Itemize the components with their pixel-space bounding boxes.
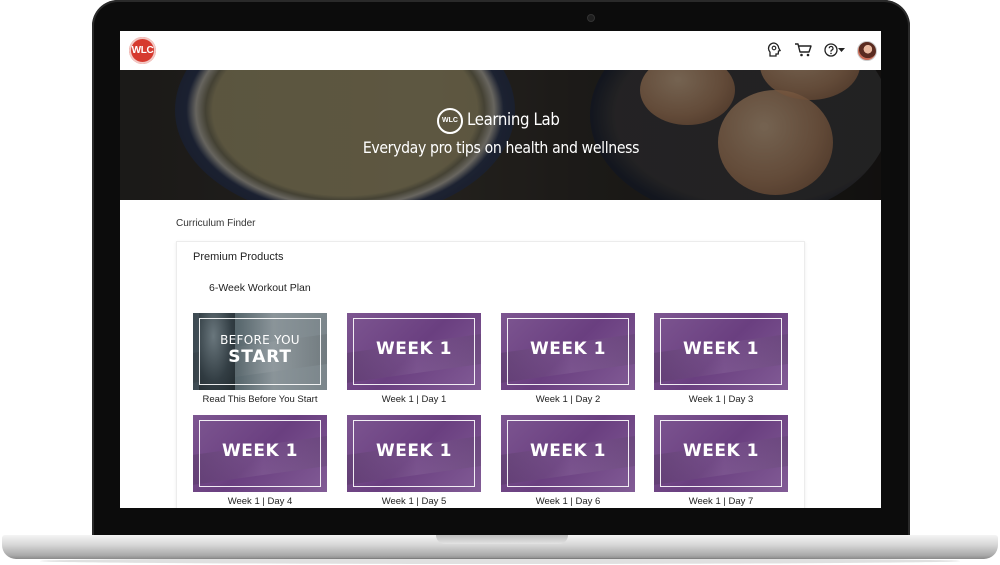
tile-week1-day1[interactable]: WEEK 1 Week 1 | Day 1 bbox=[347, 313, 481, 405]
hero-subtitle-text: Everyday pro tips on health and wellness bbox=[362, 138, 639, 157]
tile-thumbnail: BEFORE YOU START bbox=[193, 313, 327, 390]
tile-week1-day3[interactable]: WEEK 1 Week 1 | Day 3 bbox=[654, 313, 788, 405]
tile-overlay: WEEK 1 bbox=[530, 441, 606, 461]
plan-title: 6-Week Workout Plan bbox=[209, 282, 311, 294]
avatar[interactable] bbox=[857, 41, 877, 61]
tile-caption[interactable]: Week 1 | Day 5 bbox=[347, 496, 481, 507]
tile-thumbnail: WEEK 1 bbox=[347, 313, 481, 390]
tile-thumbnail: WEEK 1 bbox=[654, 415, 788, 492]
tile-thumbnail: WEEK 1 bbox=[501, 313, 635, 390]
top-nav-bar: WLC bbox=[120, 31, 881, 71]
tile-caption[interactable]: Week 1 | Day 4 bbox=[193, 496, 327, 507]
hero-overlay bbox=[120, 70, 881, 200]
tile-week1-day6[interactable]: WEEK 1 Week 1 | Day 6 bbox=[501, 415, 635, 507]
tile-thumbnail: WEEK 1 bbox=[501, 415, 635, 492]
tile-week1-day7[interactable]: WEEK 1 Week 1 | Day 7 bbox=[654, 415, 788, 507]
camera-icon bbox=[588, 15, 594, 21]
laptop-base bbox=[2, 535, 998, 559]
tile-caption[interactable]: Read This Before You Start bbox=[193, 394, 327, 405]
hero-title: Learning Lab bbox=[467, 110, 560, 130]
premium-products-card: Premium Products 6-Week Workout Plan BEF… bbox=[176, 241, 805, 508]
tile-caption[interactable]: Week 1 | Day 7 bbox=[654, 496, 788, 507]
tile-caption[interactable]: Week 1 | Day 2 bbox=[501, 394, 635, 405]
screen: WLC WLC Learning Lab Everyday pro tips o… bbox=[120, 31, 881, 508]
tile-overlay: WEEK 1 bbox=[376, 441, 452, 461]
tile-overlay: WEEK 1 bbox=[683, 441, 759, 461]
tile-week1-day2[interactable]: WEEK 1 Week 1 | Day 2 bbox=[501, 313, 635, 405]
section-title: Premium Products bbox=[193, 251, 284, 263]
laptop-shadow bbox=[40, 558, 960, 564]
tile-overlay: WEEK 1 bbox=[530, 339, 606, 359]
tile-week1-day5[interactable]: WEEK 1 Week 1 | Day 5 bbox=[347, 415, 481, 507]
tile-overlay: START bbox=[228, 347, 292, 367]
tile-before-you-start[interactable]: BEFORE YOU START Read This Before You St… bbox=[193, 313, 327, 405]
tile-thumbnail: WEEK 1 bbox=[654, 313, 788, 390]
tile-overlay: WEEK 1 bbox=[376, 339, 452, 359]
help-menu-button[interactable] bbox=[822, 40, 846, 60]
tile-caption[interactable]: Week 1 | Day 3 bbox=[654, 394, 788, 405]
help-icon bbox=[823, 43, 838, 57]
hero-banner: WLC Learning Lab Everyday pro tips on he… bbox=[120, 70, 881, 200]
breadcrumb[interactable]: Curriculum Finder bbox=[176, 218, 255, 229]
tile-caption[interactable]: Week 1 | Day 6 bbox=[501, 496, 635, 507]
cart-icon[interactable] bbox=[793, 40, 813, 60]
hero-subtitle: Everyday pro tips on health and wellness bbox=[120, 138, 881, 157]
tile-thumbnail: WEEK 1 bbox=[193, 415, 327, 492]
chevron-down-icon bbox=[837, 47, 845, 52]
lightbulb-head-icon[interactable] bbox=[766, 40, 782, 60]
tile-overlay: WEEK 1 bbox=[222, 441, 298, 461]
laptop-notch bbox=[436, 535, 568, 544]
tile-thumbnail: WEEK 1 bbox=[347, 415, 481, 492]
hero-logo: WLC bbox=[437, 108, 463, 134]
tile-week1-day4[interactable]: WEEK 1 Week 1 | Day 4 bbox=[193, 415, 327, 507]
tile-overlay-top: BEFORE YOU bbox=[220, 333, 300, 347]
tile-overlay: WEEK 1 bbox=[683, 339, 759, 359]
tile-caption[interactable]: Week 1 | Day 1 bbox=[347, 394, 481, 405]
wlc-logo[interactable]: WLC bbox=[129, 37, 156, 64]
